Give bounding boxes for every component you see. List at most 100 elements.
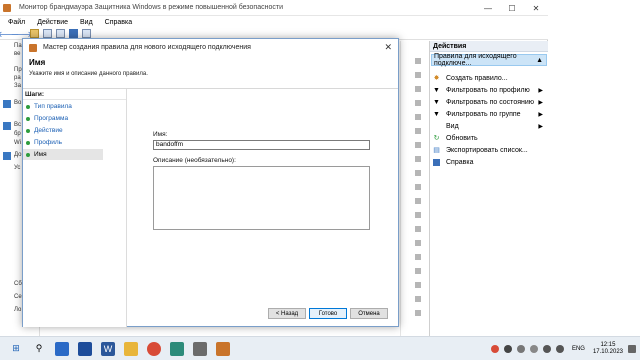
close-window-button[interactable]: ✕ — [524, 0, 548, 16]
submenu-arrow-icon: ▶ — [538, 123, 543, 130]
search-icon[interactable]: ⚲ — [32, 342, 46, 356]
rule-row-icon — [415, 72, 421, 78]
action-filter-group[interactable]: ▼ Фильтровать по группе ▶ — [430, 108, 548, 120]
finish-button[interactable]: Готово — [309, 308, 347, 319]
volume-icon[interactable] — [555, 345, 564, 353]
step-current-icon — [26, 152, 30, 157]
cancel-button[interactable]: Отмена — [350, 308, 388, 319]
notifications-icon[interactable] — [628, 345, 636, 353]
tree-item[interactable]: Во — [14, 100, 21, 106]
step-done-icon — [26, 140, 30, 145]
folder-icon[interactable] — [30, 29, 39, 38]
file-explorer-icon[interactable] — [124, 341, 138, 356]
word-icon[interactable]: W — [101, 341, 115, 356]
action-label: Фильтровать по профилю — [446, 86, 530, 94]
step-label: Действие — [34, 127, 63, 134]
maximize-button[interactable]: ☐ — [500, 0, 524, 16]
show-hide-icon[interactable] — [82, 29, 91, 38]
action-label: Обновить — [446, 134, 478, 142]
rule-row-icon — [415, 100, 421, 106]
menu-help[interactable]: Справка — [105, 19, 132, 26]
network-icon[interactable] — [542, 345, 551, 353]
back-button[interactable]: < Назад — [268, 308, 306, 319]
windows-start-icon[interactable]: ⊞ — [9, 342, 23, 356]
step-action[interactable]: Действие — [23, 125, 126, 136]
description-textarea[interactable] — [153, 166, 370, 230]
actions-pane: Действия Правила для исходящего подключе… — [429, 41, 548, 336]
menu-action[interactable]: Действие — [37, 19, 68, 26]
new-outbound-rule-wizard: Мастер создания правила для нового исход… — [22, 38, 399, 327]
actions-section-outbound[interactable]: Правила для исходящего подключе... ▲ — [431, 53, 547, 67]
filter-icon: ▼ — [433, 86, 440, 94]
properties-icon[interactable] — [56, 29, 65, 38]
step-rule-type[interactable]: Тип правила — [23, 101, 126, 112]
step-label: Профиль — [34, 139, 63, 146]
step-done-icon — [26, 116, 30, 121]
tree-text: ра — [14, 75, 21, 81]
rule-row-icon — [415, 142, 421, 148]
forward-arrow-icon[interactable]: 🡒 — [11, 29, 32, 39]
action-help[interactable]: Справка — [430, 156, 548, 168]
help-book-icon[interactable] — [69, 29, 78, 38]
window-title: Монитор брандмауэра Защитника Windows в … — [19, 4, 283, 11]
dialog-title-bar: Мастер создания правила для нового исход… — [23, 39, 398, 56]
collapse-icon[interactable]: ▲ — [536, 57, 543, 64]
tray-app-icon[interactable] — [516, 345, 525, 353]
window-controls: — ☐ ✕ — [476, 0, 548, 16]
action-filter-state[interactable]: ▼ Фильтровать по состоянию ▶ — [430, 96, 548, 108]
submenu-arrow-icon: ▶ — [538, 111, 543, 118]
action-label: Фильтровать по группе — [446, 110, 521, 118]
description-label: Описание (необязательно): — [153, 157, 236, 164]
clock-time: 12:15 — [600, 342, 616, 348]
tree-text: Се — [14, 294, 22, 300]
action-refresh[interactable]: ↻ Обновить — [430, 132, 548, 144]
step-program[interactable]: Программа — [23, 113, 126, 124]
store-icon[interactable] — [170, 341, 184, 356]
step-label: Программа — [34, 115, 69, 122]
page-title: Имя — [29, 58, 46, 67]
step-name[interactable]: Имя — [23, 149, 103, 160]
action-filter-profile[interactable]: ▼ Фильтровать по профилю ▶ — [430, 84, 548, 96]
tree-text: Wi — [14, 140, 21, 146]
rule-row-icon — [415, 296, 421, 302]
rule-row-icon — [415, 128, 421, 134]
chrome-icon[interactable] — [147, 341, 161, 356]
tray-app-icon[interactable] — [503, 345, 512, 353]
chat-icon[interactable] — [78, 341, 92, 356]
rules-list-edge — [400, 41, 428, 336]
tree-text: Ло — [14, 307, 22, 313]
clock-date: 17.10.2023 — [592, 349, 623, 355]
action-label: Вид — [446, 122, 459, 130]
tree-item[interactable]: До — [14, 152, 21, 158]
menu-file[interactable]: Файл — [8, 19, 25, 26]
clock[interactable]: 12:15 17.10.2023 — [593, 342, 623, 356]
step-profile[interactable]: Профиль — [23, 137, 126, 148]
task-view-icon[interactable] — [55, 341, 69, 356]
rule-row-icon — [415, 268, 421, 274]
rule-row-icon — [415, 226, 421, 232]
name-input[interactable]: bandoffm — [153, 140, 370, 150]
action-new-rule[interactable]: ✸ Создать правило... — [430, 72, 548, 84]
action-label: Экспортировать список... — [446, 146, 528, 154]
rule-row-icon — [415, 240, 421, 246]
tray-chevron-icon[interactable] — [529, 345, 538, 353]
blank-icon — [433, 123, 440, 130]
tree-text: Пр — [14, 67, 22, 73]
menu-bar: Файл Действие Вид Справка — [0, 16, 548, 28]
language-indicator[interactable]: ENG — [572, 346, 585, 352]
firewall-app-icon — [3, 3, 11, 12]
action-export[interactable]: ▤ Экспортировать список... — [430, 144, 548, 156]
minimize-button[interactable]: — — [476, 0, 500, 16]
tree-text: Па — [14, 43, 22, 49]
desktop-background — [548, 0, 640, 336]
tree-item[interactable]: Вс — [14, 122, 21, 128]
tree-item[interactable]: Ус — [14, 165, 20, 171]
action-view[interactable]: Вид ▶ — [430, 120, 548, 132]
rule-row-icon — [415, 198, 421, 204]
console-tree-icon[interactable] — [43, 29, 52, 38]
close-icon[interactable]: ✕ — [384, 42, 392, 53]
firewall-taskbar-icon[interactable] — [216, 341, 230, 356]
tray-app-icon[interactable] — [490, 345, 499, 353]
menu-view[interactable]: Вид — [80, 19, 93, 26]
mmc-taskbar-icon[interactable] — [193, 341, 207, 356]
